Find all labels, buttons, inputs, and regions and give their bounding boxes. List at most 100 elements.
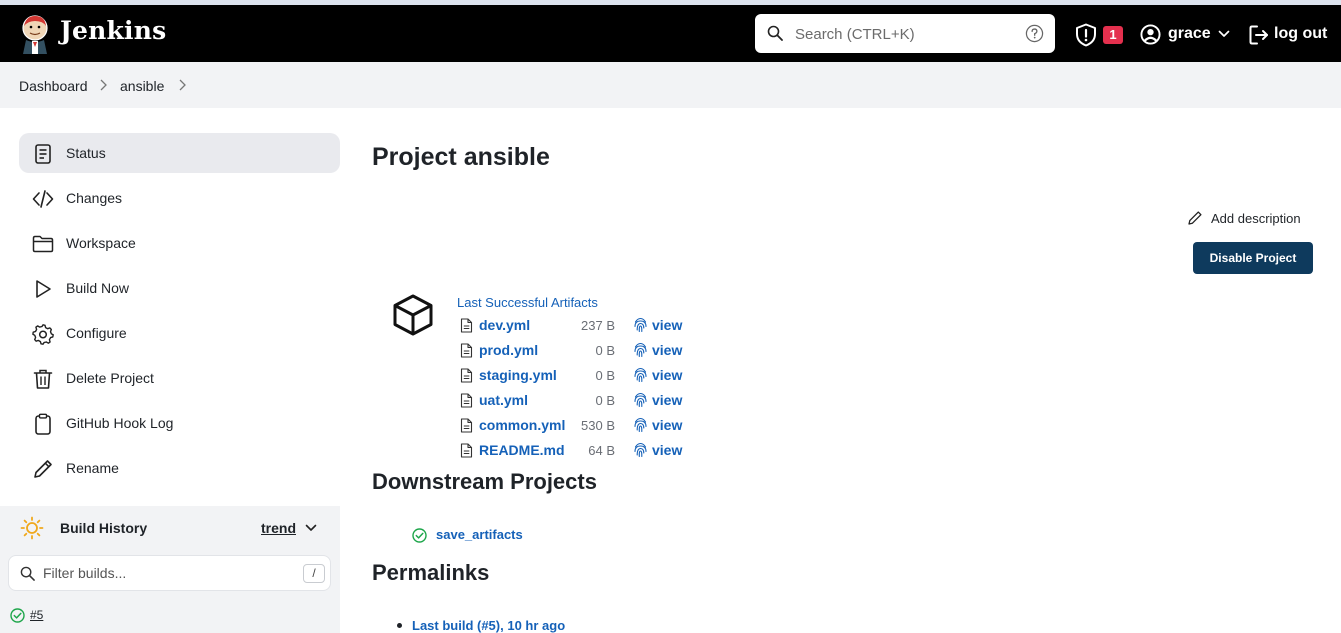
sidebar-item-label: Workspace	[66, 235, 136, 251]
artifact-file-link[interactable]: staging.yml	[479, 367, 557, 383]
file-icon	[460, 318, 473, 333]
chevron-right-icon	[100, 79, 107, 91]
disable-project-button[interactable]: Disable Project	[1193, 242, 1313, 274]
alert-count-badge: 1	[1103, 26, 1123, 44]
sidebar-item-label: GitHub Hook Log	[66, 415, 174, 431]
gear-icon	[32, 324, 54, 345]
permalinks-heading: Permalinks	[372, 560, 490, 585]
artifact-view-link[interactable]: view	[652, 342, 682, 358]
file-icon	[460, 418, 473, 433]
sidebar-item-rename[interactable]: Rename	[19, 448, 340, 488]
artifact-file-size: 0 B	[595, 368, 615, 383]
list-bullet	[397, 623, 402, 628]
sidebar-item-label: Delete Project	[66, 370, 154, 386]
artifact-view-link[interactable]: view	[652, 392, 682, 408]
artifact-file-size: 64 B	[588, 443, 615, 458]
username: grace	[1168, 25, 1211, 42]
help-icon[interactable]	[1025, 24, 1044, 43]
sidebar-item-label: Configure	[66, 325, 127, 341]
search-input[interactable]	[795, 22, 1015, 46]
shield-alert-icon	[1076, 23, 1096, 47]
top-header: Jenkins 1 grace	[0, 5, 1341, 62]
logout-label: log out	[1274, 25, 1328, 42]
artifact-file-link[interactable]: common.yml	[479, 417, 565, 433]
sidebar-item-status[interactable]: Status	[19, 133, 340, 173]
fingerprint-icon[interactable]	[633, 317, 648, 333]
sidebar-item-changes[interactable]: Changes	[19, 178, 340, 218]
fingerprint-icon[interactable]	[633, 392, 648, 408]
last-successful-artifacts-link[interactable]: Last Successful Artifacts	[457, 295, 598, 310]
search-icon	[20, 566, 35, 581]
artifact-row: uat.yml 0 B view	[460, 390, 700, 410]
artifact-view-link[interactable]: view	[652, 367, 682, 383]
breadcrumb-dashboard[interactable]: Dashboard	[19, 78, 88, 94]
logout-icon	[1249, 25, 1268, 45]
filter-builds-box[interactable]: /	[8, 555, 331, 591]
trend-link[interactable]: trend	[261, 520, 296, 536]
jenkins-logo-icon[interactable]	[18, 14, 52, 54]
build-link[interactable]: #5	[30, 608, 43, 622]
user-icon	[1140, 24, 1161, 45]
keyboard-shortcut-hint: /	[303, 564, 325, 583]
sidebar-item-label: Changes	[66, 190, 123, 206]
success-check-icon	[412, 528, 427, 543]
artifact-row: common.yml 530 B view	[460, 415, 700, 435]
sun-icon	[20, 516, 44, 540]
clipboard-icon	[35, 413, 51, 435]
add-description-label: Add description	[1211, 211, 1301, 226]
filter-builds-input[interactable]	[43, 563, 283, 583]
package-icon	[393, 294, 433, 336]
artifact-view-link[interactable]: view	[652, 317, 682, 333]
breadcrumb-ansible[interactable]: ansible	[120, 78, 164, 94]
fingerprint-icon[interactable]	[633, 342, 648, 358]
artifact-file-link[interactable]: README.md	[479, 442, 565, 458]
pencil-icon	[1188, 211, 1202, 225]
file-icon	[460, 368, 473, 383]
chevron-down-icon[interactable]	[305, 523, 317, 533]
artifact-view-link[interactable]: view	[652, 442, 682, 458]
sidebar-item-workspace[interactable]: Workspace	[19, 223, 340, 263]
downstream-projects-heading: Downstream Projects	[372, 469, 597, 494]
artifact-row: dev.yml 237 B view	[460, 315, 700, 335]
artifact-file-link[interactable]: prod.yml	[479, 342, 538, 358]
code-icon	[32, 190, 54, 208]
artifact-file-size: 0 B	[595, 393, 615, 408]
downstream-project-link[interactable]: save_artifacts	[436, 527, 523, 542]
permalink-last-build[interactable]: Last build (#5), 10 hr ago	[412, 618, 565, 633]
folder-icon	[32, 235, 54, 253]
search-icon	[767, 25, 783, 41]
artifact-file-size: 530 B	[581, 418, 615, 433]
brand-name[interactable]: Jenkins	[60, 16, 166, 45]
sidebar-item-configure[interactable]: Configure	[19, 313, 340, 353]
sidebar-item-label: Rename	[66, 460, 119, 476]
artifact-view-link[interactable]: view	[652, 417, 682, 433]
pencil-icon	[34, 460, 52, 478]
file-icon	[460, 443, 473, 458]
breadcrumb: Dashboard ansible	[0, 62, 1341, 108]
play-icon	[36, 280, 51, 298]
sidebar-item-label: Status	[66, 145, 106, 161]
file-icon	[460, 393, 473, 408]
success-check-icon	[10, 608, 25, 623]
trash-icon	[33, 369, 53, 389]
sidebar-item-github-hook-log[interactable]: GitHub Hook Log	[19, 403, 340, 443]
file-icon	[460, 343, 473, 358]
fingerprint-icon[interactable]	[633, 442, 648, 458]
artifact-file-size: 0 B	[595, 343, 615, 358]
status-icon	[35, 144, 51, 164]
sidebar-item-delete-project[interactable]: Delete Project	[19, 358, 340, 398]
artifact-file-size: 237 B	[581, 318, 615, 333]
build-history-panel: Build History trend / #5	[0, 506, 340, 633]
search-box[interactable]	[755, 14, 1055, 53]
sidebar-item-label: Build Now	[66, 280, 130, 296]
artifact-file-link[interactable]: uat.yml	[479, 392, 528, 408]
fingerprint-icon[interactable]	[633, 367, 648, 383]
build-history-title: Build History	[60, 520, 148, 536]
artifact-row: README.md 64 B view	[460, 440, 700, 460]
page-title: Project ansible	[372, 143, 550, 171]
artifact-row: staging.yml 0 B view	[460, 365, 700, 385]
artifact-file-link[interactable]: dev.yml	[479, 317, 530, 333]
fingerprint-icon[interactable]	[633, 417, 648, 433]
sidebar-item-build-now[interactable]: Build Now	[19, 268, 340, 308]
chevron-right-icon[interactable]	[177, 78, 187, 92]
